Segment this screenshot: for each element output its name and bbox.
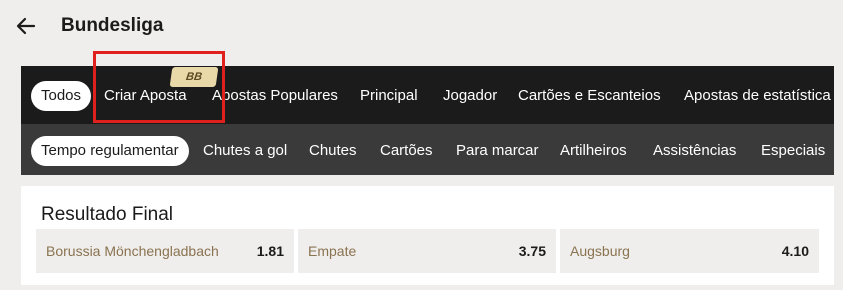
tab-especiais[interactable]: Especiais <box>761 141 825 161</box>
tab-cartoes-e-escanteios[interactable]: Cartões e Escanteios <box>518 86 661 106</box>
outcome-name: Empate <box>308 243 357 259</box>
outcome-button-home[interactable]: Borussia Mönchengladbach 1.81 <box>36 229 294 273</box>
tab-artilheiros[interactable]: Artilheiros <box>560 141 627 161</box>
bet-builder-badge: BB <box>169 67 219 87</box>
outcome-price: 1.81 <box>256 243 284 259</box>
tab-assistencias[interactable]: Assistências <box>653 141 736 161</box>
tab-principal[interactable]: Principal <box>360 86 418 106</box>
primary-tab-bar: Todos Criar Aposta Apostas Populares Pri… <box>21 66 834 124</box>
tab-todos[interactable]: Todos <box>31 81 92 111</box>
outcome-name: Augsburg <box>570 243 630 259</box>
secondary-tab-bar: Tempo regulamentar Chutes a gol Chutes C… <box>21 124 834 175</box>
page-title: Bundesliga <box>61 15 164 36</box>
outcome-button-draw[interactable]: Empate 3.75 <box>298 229 556 273</box>
tab-jogador[interactable]: Jogador <box>443 86 497 106</box>
outcome-price: 4.10 <box>781 243 809 259</box>
page-header: Bundesliga <box>0 0 843 54</box>
market-card: Resultado Final Borussia Mönchengladbach… <box>21 186 834 285</box>
tab-apostas-populares[interactable]: Apostas Populares <box>212 86 338 106</box>
tab-para-marcar[interactable]: Para marcar <box>456 141 539 161</box>
market-title: Resultado Final <box>41 204 174 225</box>
tab-chutes-a-gol[interactable]: Chutes a gol <box>203 141 287 161</box>
outcome-button-away[interactable]: Augsburg 4.10 <box>560 229 819 273</box>
tab-apostas-de-estatistica[interactable]: Apostas de estatística <box>684 86 831 106</box>
tab-cartoes[interactable]: Cartões <box>380 141 433 161</box>
tab-tempo-regulamentar[interactable]: Tempo regulamentar <box>31 136 189 166</box>
outcome-price: 3.75 <box>518 243 546 259</box>
arrow-left-icon[interactable] <box>14 14 38 38</box>
tab-criar-aposta[interactable]: Criar Aposta <box>104 86 187 106</box>
outcome-name: Borussia Mönchengladbach <box>46 243 219 259</box>
tab-chutes[interactable]: Chutes <box>309 141 357 161</box>
